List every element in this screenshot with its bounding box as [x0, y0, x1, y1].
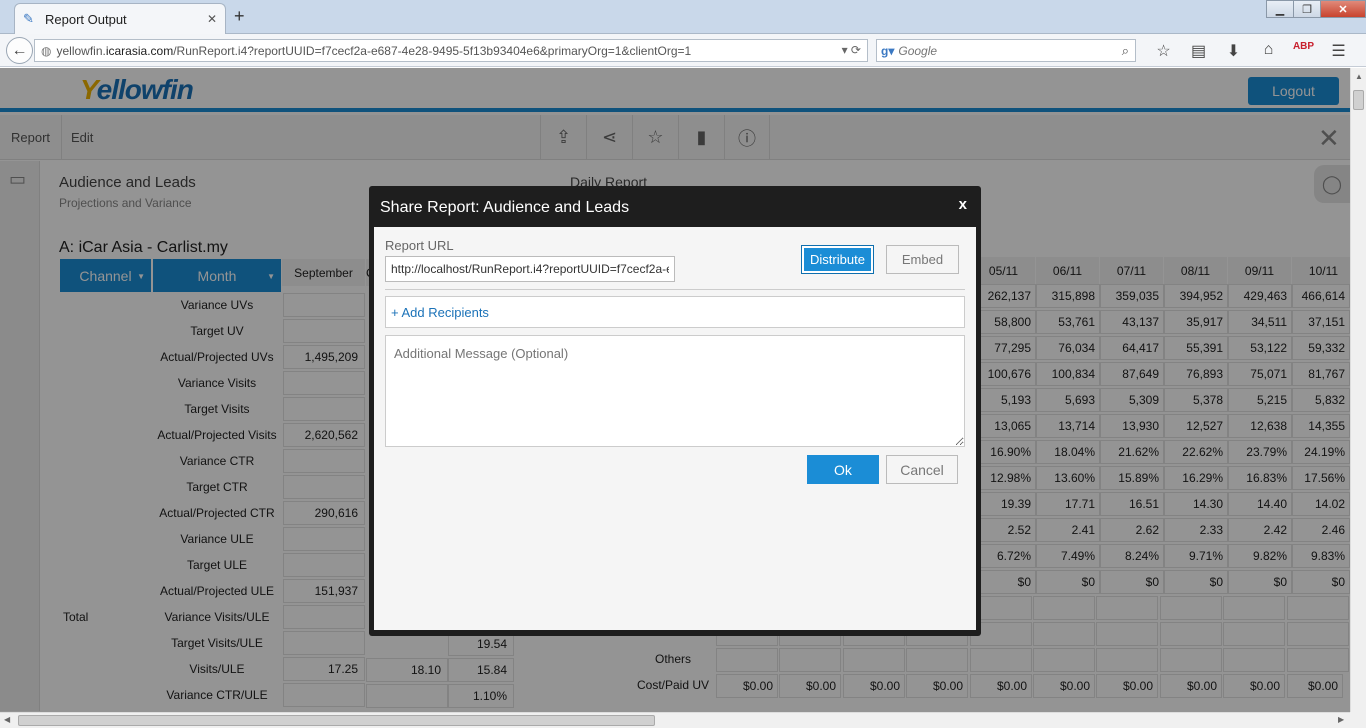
search-bar[interactable]: g▾ ⌕ [876, 39, 1136, 62]
home-icon[interactable]: ⌂ [1251, 41, 1286, 61]
window-controls: ▁ ❐ ✕ [1266, 0, 1366, 18]
share-report-dialog: Share Report: Audience and Leads x Repor… [369, 186, 981, 636]
address-bar[interactable]: ◍ yellowfin. icarasia.com/RunReport.i4?re… [34, 39, 868, 62]
tab-close-icon[interactable]: ✕ [207, 12, 217, 26]
scroll-up-icon[interactable]: ▲ [1355, 72, 1363, 81]
url-host-prefix: yellowfin. [56, 43, 106, 58]
window-close-icon[interactable]: ✕ [1320, 0, 1366, 18]
adblock-icon[interactable]: ABP [1286, 41, 1321, 61]
back-arrow-icon[interactable]: ← [6, 37, 33, 64]
additional-message-input[interactable] [385, 335, 965, 447]
browser-toolbar-icons: ☆ ▤ ⬇ ⌂ ABP ☰ [1146, 41, 1356, 61]
scroll-thumb[interactable] [18, 715, 655, 726]
dialog-close-icon[interactable]: x [959, 196, 967, 213]
add-recipients-field[interactable]: + Add Recipients [385, 296, 965, 328]
embed-button[interactable]: Embed [886, 245, 959, 274]
vertical-scrollbar[interactable]: ▲ [1350, 68, 1366, 712]
search-icon[interactable]: ⌕ [1122, 43, 1129, 59]
report-url-label: Report URL [385, 238, 454, 253]
browser-nav-bar: ← ◍ yellowfin. icarasia.com/RunReport.i4?… [0, 34, 1366, 67]
dialog-title: Share Report: Audience and Leads [380, 199, 630, 216]
report-url-input[interactable] [385, 256, 675, 282]
feather-icon: ✎ [23, 11, 34, 26]
cancel-button[interactable]: Cancel [886, 455, 958, 484]
new-tab-button[interactable]: + [234, 6, 245, 27]
url-path: /RunReport.i4?reportUUID=f7cecf2a-e687-4… [173, 43, 692, 58]
reading-list-icon[interactable]: ▤ [1181, 41, 1216, 61]
globe-icon: ◍ [41, 43, 52, 58]
horizontal-scrollbar[interactable]: ◀ ▶ [0, 712, 1350, 728]
scroll-thumb[interactable] [1353, 90, 1364, 110]
scroll-corner [1350, 712, 1366, 728]
scroll-left-icon[interactable]: ◀ [4, 715, 10, 724]
tab-title: Report Output [45, 11, 127, 27]
bookmark-star-icon[interactable]: ☆ [1146, 41, 1181, 61]
maximize-icon[interactable]: ❐ [1293, 0, 1321, 18]
browser-tab-bar: ✎ Report Output ✕ + ▁ ❐ ✕ [0, 0, 1366, 34]
search-input[interactable] [898, 43, 1099, 58]
url-host: icarasia.com [105, 43, 174, 58]
distribute-button[interactable]: Distribute [801, 245, 874, 274]
google-icon: g▾ [881, 43, 895, 58]
dialog-body: Report URL Distribute Embed + Add Recipi… [374, 227, 976, 630]
minimize-icon[interactable]: ▁ [1266, 0, 1294, 18]
download-icon[interactable]: ⬇ [1216, 41, 1251, 61]
scroll-right-icon[interactable]: ▶ [1338, 715, 1344, 724]
divider [385, 289, 965, 290]
menu-icon[interactable]: ☰ [1321, 41, 1356, 61]
browser-tab[interactable]: ✎ Report Output ✕ [14, 3, 226, 34]
ok-button[interactable]: Ok [807, 455, 879, 484]
reload-icon[interactable]: ▾ ⟳ [842, 43, 861, 57]
